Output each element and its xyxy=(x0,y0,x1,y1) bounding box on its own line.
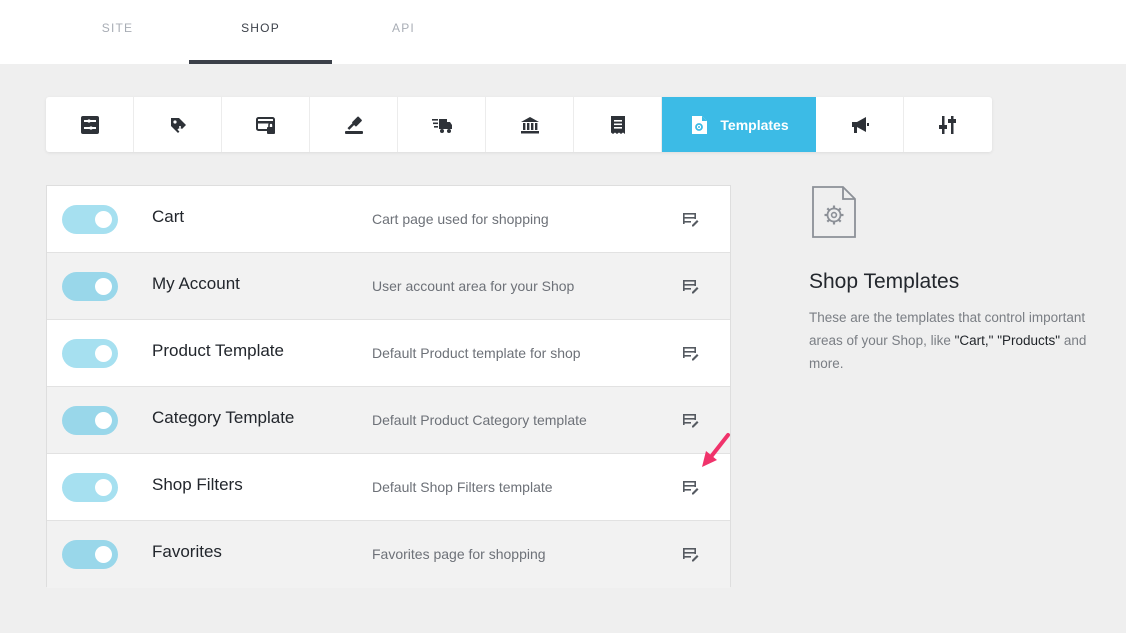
toolbar-marketing-button[interactable] xyxy=(816,97,904,152)
info-highlight-products: "Products" xyxy=(997,333,1061,348)
pointer-arrow-icon xyxy=(700,432,734,470)
settings-panel-icon xyxy=(79,114,101,136)
toolbar-auction-button[interactable] xyxy=(310,97,398,152)
template-file-icon xyxy=(688,114,710,136)
template-title: Favorites xyxy=(152,542,222,561)
toolbar-adjustments-button[interactable] xyxy=(904,97,992,152)
toggle-knob xyxy=(95,412,112,429)
template-title: Product Template xyxy=(152,341,284,360)
list-item: Shop Filters Default Shop Filters templa… xyxy=(47,454,730,521)
toolbar-banking-button[interactable] xyxy=(486,97,574,152)
toolbar-settings-button[interactable] xyxy=(46,97,134,152)
enable-toggle[interactable] xyxy=(62,540,118,569)
toggle-knob xyxy=(95,546,112,563)
list-item: Category Template Default Product Catego… xyxy=(47,387,730,454)
list-item: Cart Cart page used for shopping xyxy=(47,186,730,253)
auction-gavel-icon xyxy=(343,114,365,136)
toolbar-templates-label: Templates xyxy=(720,116,789,133)
enable-toggle[interactable] xyxy=(62,339,118,368)
list-item: Product Template Default Product templat… xyxy=(47,320,730,387)
toggle-knob xyxy=(95,479,112,496)
template-title: My Account xyxy=(152,274,240,293)
template-description: Default Product template for shop xyxy=(372,345,581,361)
edit-icon[interactable] xyxy=(681,210,699,228)
receipt-icon xyxy=(607,114,629,136)
template-description: User account area for your Shop xyxy=(372,278,575,294)
tab-api[interactable]: API xyxy=(332,0,475,64)
toolbar-products-button[interactable] xyxy=(134,97,222,152)
list-item: Favorites Favorites page for shopping xyxy=(47,521,730,588)
edit-icon[interactable] xyxy=(681,344,699,362)
toggle-knob xyxy=(95,278,112,295)
enable-toggle[interactable] xyxy=(62,406,118,435)
enable-toggle[interactable] xyxy=(62,272,118,301)
template-description: Default Shop Filters template xyxy=(372,479,553,495)
info-panel-title: Shop Templates xyxy=(809,270,960,293)
top-nav: SITE SHOP API xyxy=(0,0,1126,64)
template-file-icon xyxy=(811,185,857,239)
info-panel-description: These are the templates that control imp… xyxy=(809,306,1099,375)
sliders-icon xyxy=(937,114,959,136)
shipping-truck-icon xyxy=(431,114,453,136)
templates-list: Cart Cart page used for shopping My Acco… xyxy=(46,185,731,588)
megaphone-icon xyxy=(849,114,871,136)
toolbar-templates-button[interactable]: Templates xyxy=(662,97,816,152)
enable-toggle[interactable] xyxy=(62,473,118,502)
product-tag-icon xyxy=(167,114,189,136)
template-description: Cart page used for shopping xyxy=(372,211,549,227)
edit-icon[interactable] xyxy=(681,478,699,496)
template-title: Category Template xyxy=(152,408,295,427)
list-item: My Account User account area for your Sh… xyxy=(47,253,730,320)
toolbar-payments-button[interactable] xyxy=(222,97,310,152)
template-description: Favorites page for shopping xyxy=(372,546,546,562)
tab-site[interactable]: SITE xyxy=(46,0,189,64)
bank-icon xyxy=(519,114,541,136)
template-title: Shop Filters xyxy=(152,475,243,494)
edit-icon[interactable] xyxy=(681,545,699,563)
toggle-knob xyxy=(95,345,112,362)
secure-payment-icon xyxy=(255,114,277,136)
template-title: Cart xyxy=(152,207,185,226)
edit-icon[interactable] xyxy=(681,411,699,429)
shop-section-toolbar: Templates xyxy=(46,97,992,152)
enable-toggle[interactable] xyxy=(62,205,118,234)
template-description: Default Product Category template xyxy=(372,412,587,428)
toolbar-receipts-button[interactable] xyxy=(574,97,662,152)
edit-icon[interactable] xyxy=(681,277,699,295)
toggle-knob xyxy=(95,211,112,228)
tab-shop[interactable]: SHOP xyxy=(189,0,332,64)
toolbar-shipping-button[interactable] xyxy=(398,97,486,152)
info-highlight-cart: "Cart," xyxy=(954,333,994,348)
